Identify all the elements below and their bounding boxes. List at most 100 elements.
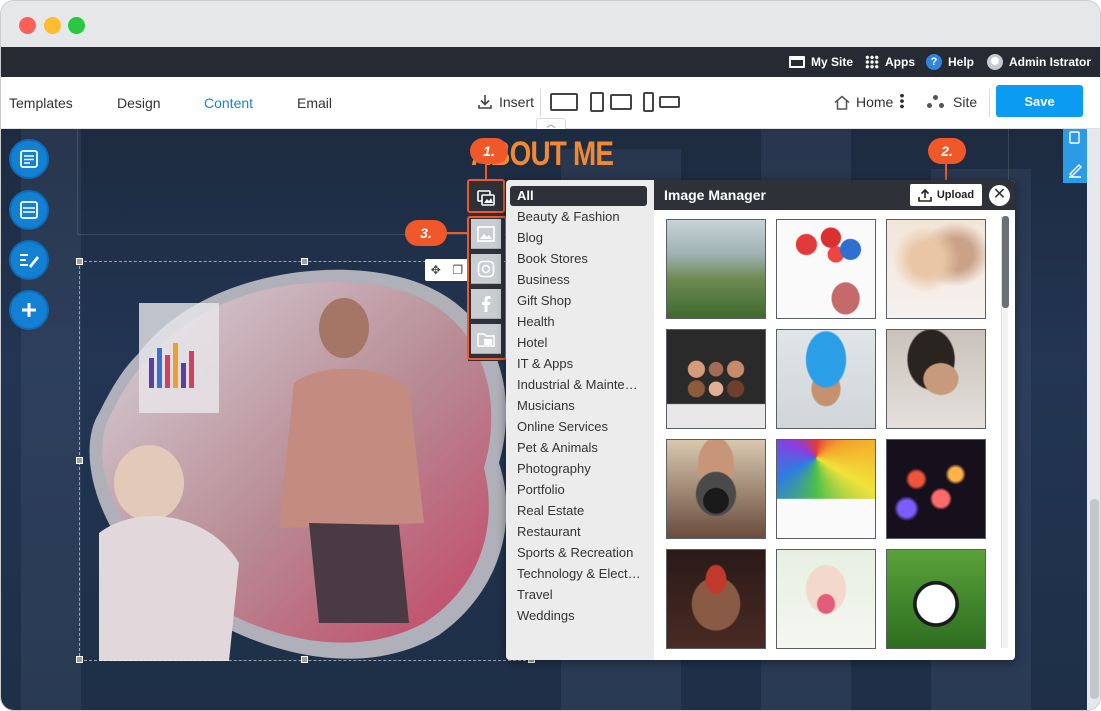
help-label: Help	[948, 55, 975, 69]
category-item[interactable]: Real Estate	[517, 501, 647, 521]
image-thumb-boxer[interactable]	[666, 549, 766, 649]
category-item[interactable]: All	[510, 186, 647, 206]
category-item[interactable]: Book Stores	[517, 249, 647, 269]
image-thumb-makeup-palette[interactable]	[666, 329, 766, 429]
category-item[interactable]: Photography	[517, 459, 647, 479]
home-label: Home	[856, 94, 894, 110]
selection-outline	[79, 261, 531, 661]
image-thumb-concert-lights[interactable]	[886, 439, 986, 539]
scrollbar-thumb[interactable]	[1002, 216, 1009, 308]
more-options-icon[interactable]	[900, 93, 904, 109]
image-grid	[654, 210, 1015, 660]
apps-link[interactable]: Apps	[865, 47, 915, 77]
image-thumb-blue-wig[interactable]	[776, 329, 876, 429]
insert-button[interactable]: Insert	[477, 94, 534, 110]
image-grid-scrollbar[interactable]	[1001, 216, 1009, 648]
resize-handle[interactable]	[76, 656, 83, 663]
site-menu[interactable]: Site	[927, 94, 977, 110]
save-button[interactable]: Save	[996, 85, 1083, 117]
help-icon: ?	[926, 54, 942, 70]
phone-portrait-icon[interactable]	[643, 92, 654, 112]
category-item[interactable]: IT & Apps	[517, 354, 647, 374]
close-window-button[interactable]	[19, 17, 36, 34]
category-item[interactable]: Weddings	[517, 606, 647, 626]
edit-text-icon	[20, 254, 39, 268]
image-thumb-pinwheel[interactable]	[776, 439, 876, 539]
tab-design[interactable]: Design	[117, 95, 161, 111]
category-item[interactable]: Health	[517, 312, 647, 332]
desktop-view-icon[interactable]	[550, 93, 578, 111]
callout-badge-1: 1.	[470, 138, 508, 164]
window-titlebar	[1, 1, 1100, 47]
category-item[interactable]: Pet & Animals	[517, 438, 647, 458]
help-link[interactable]: ? Help	[926, 47, 974, 77]
duplicate-icon[interactable]: ❐	[452, 263, 463, 277]
tablet-landscape-icon[interactable]	[610, 94, 632, 110]
tablet-portrait-icon[interactable]	[590, 92, 604, 112]
tab-content[interactable]: Content	[204, 95, 253, 111]
toolbar-divider	[989, 89, 990, 117]
maximize-window-button[interactable]	[68, 17, 85, 34]
user-name: Admin Istrator	[1009, 55, 1092, 69]
page-selector[interactable]: Home	[834, 94, 893, 110]
category-item[interactable]: Technology & Elect…	[517, 564, 647, 584]
apps-grid-icon	[865, 55, 879, 69]
browser-window: My Site Apps ? Help Admin Istrator Templ…	[0, 0, 1101, 711]
callout-badge-2: 2.	[928, 138, 966, 164]
page-scrollbar[interactable]	[1087, 129, 1100, 710]
my-site-link[interactable]: My Site	[789, 47, 853, 77]
category-item[interactable]: Gift Shop	[517, 291, 647, 311]
category-item[interactable]: Restaurant	[517, 522, 647, 542]
user-menu[interactable]: Admin Istrator	[987, 47, 1091, 77]
category-item[interactable]: Business	[517, 270, 647, 290]
minimize-window-button[interactable]	[44, 17, 61, 34]
image-thumb-soccer-ball[interactable]	[886, 549, 986, 649]
add-element-button[interactable]	[9, 290, 49, 330]
close-dialog-button[interactable]: ✕	[989, 185, 1010, 206]
browser-window-icon	[789, 56, 805, 68]
category-item[interactable]: Hotel	[517, 333, 647, 353]
resize-handle[interactable]	[301, 258, 308, 265]
image-manager-header: Image Manager Upload ✕	[654, 180, 1015, 210]
image-thumb-photographer[interactable]	[666, 439, 766, 539]
category-item[interactable]: Sports & Recreation	[517, 543, 647, 563]
category-item[interactable]: Online Services	[517, 417, 647, 437]
page-layout-icon	[20, 150, 38, 168]
resize-handle[interactable]	[301, 656, 308, 663]
upload-button[interactable]: Upload	[910, 184, 982, 206]
category-item[interactable]: Travel	[517, 585, 647, 605]
image-thumb-balloons[interactable]	[776, 219, 876, 319]
image-thumb-sunglasses-woman[interactable]	[886, 329, 986, 429]
resize-handle[interactable]	[76, 457, 83, 464]
copy-pencil-icons	[1069, 131, 1082, 178]
image-thumb-wedding-couple[interactable]	[886, 219, 986, 319]
pages-button[interactable]	[9, 139, 49, 179]
tab-email[interactable]: Email	[297, 95, 332, 111]
callout-connector	[444, 232, 468, 234]
callout-badge-3: 3.	[405, 220, 447, 246]
image-manager-dialog: All Beauty & Fashion Blog Book Stores Busine…	[506, 180, 1015, 660]
scrollbar-thumb[interactable]	[1090, 499, 1099, 699]
move-icon[interactable]: ✥	[431, 263, 441, 277]
tab-templates[interactable]: Templates	[9, 95, 73, 111]
sections-button[interactable]	[9, 190, 49, 230]
category-item[interactable]: Industrial & Mainte…	[517, 375, 647, 395]
home-icon	[834, 95, 850, 110]
image-thumb-mountain-valley[interactable]	[666, 219, 766, 319]
image-thumb-bride-bouquet[interactable]	[776, 549, 876, 649]
apps-label: Apps	[885, 55, 915, 69]
insert-label: Insert	[499, 94, 535, 110]
category-item[interactable]: Portfolio	[517, 480, 647, 500]
category-list: All Beauty & Fashion Blog Book Stores Busine…	[506, 180, 654, 660]
download-icon	[478, 95, 492, 109]
category-item[interactable]: Beauty & Fashion	[517, 207, 647, 227]
edit-content-button[interactable]	[9, 240, 49, 280]
resize-handle[interactable]	[76, 258, 83, 265]
highlight-image-manager-button	[467, 179, 505, 213]
plus-icon	[22, 303, 36, 317]
phone-landscape-icon[interactable]	[659, 96, 680, 108]
category-item[interactable]: Musicians	[517, 396, 647, 416]
category-item[interactable]: Blog	[517, 228, 647, 248]
element-mini-toolbar: ✥ ❐	[425, 259, 469, 281]
callout-connector	[945, 161, 947, 182]
